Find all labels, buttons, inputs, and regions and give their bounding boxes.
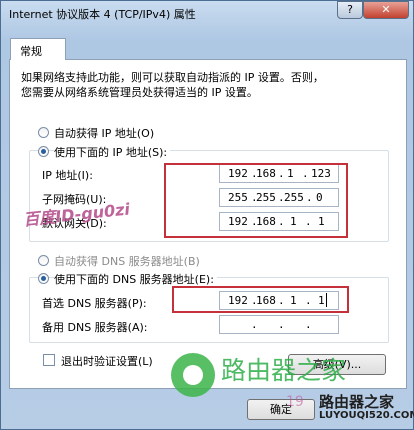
- close-button[interactable]: ✕: [363, 1, 409, 19]
- dns-highlight-box: [172, 286, 349, 313]
- manual-ip-radio[interactable]: [38, 146, 49, 157]
- window-title: Internet 协议版本 4 (TCP/IPv4) 属性: [9, 8, 196, 21]
- validate-on-exit-label: 退出时验证设置(L): [61, 355, 153, 368]
- router-home-logo-icon: [171, 353, 215, 397]
- auto-dns-label: 自动获得 DNS 服务器地址(B): [54, 255, 200, 268]
- site-brand-watermark: 路由器之家: [319, 393, 395, 411]
- partial-number-watermark: 19: [286, 394, 304, 410]
- manual-ip-label: 使用下面的 IP 地址(S):: [54, 144, 171, 160]
- tab-general[interactable]: 常规: [10, 38, 66, 60]
- manual-dns-radio[interactable]: [38, 273, 49, 284]
- auto-ip-radio[interactable]: [38, 127, 49, 138]
- tab-general-label: 常规: [20, 45, 42, 58]
- manual-dns-label: 使用下面的 DNS 服务器地址(E):: [54, 271, 217, 287]
- ip-highlight-box: [164, 163, 348, 238]
- description-line-2: 您需要从网络系统管理员处获得适当的 IP 设置。: [21, 86, 258, 99]
- site-url-watermark: LUYOUQI520.COM: [319, 410, 414, 421]
- tcpip-properties-dialog: Internet 协议版本 4 (TCP/IPv4) 属性 ? ✕ 常规 如果网…: [0, 0, 414, 430]
- ok-button[interactable]: 确定: [247, 399, 315, 420]
- router-home-logo-text: 路由器之家: [221, 356, 347, 385]
- close-icon: ✕: [381, 3, 391, 16]
- ip-address-label: IP 地址(I):: [42, 169, 93, 182]
- validate-on-exit-checkbox[interactable]: [43, 354, 55, 366]
- help-button[interactable]: ?: [337, 1, 363, 19]
- auto-dns-radio[interactable]: [38, 255, 49, 266]
- preferred-dns-label: 首选 DNS 服务器(P):: [42, 297, 147, 310]
- description-text: 如果网络支持此功能，则可以获取自动指派的 IP 设置。否则， 您需要从网络系统管…: [21, 70, 324, 100]
- help-icon: ?: [347, 3, 353, 16]
- title-bar: Internet 协议版本 4 (TCP/IPv4) 属性 ? ✕: [1, 1, 413, 25]
- auto-ip-label: 自动获得 IP 地址(O): [54, 127, 155, 140]
- alternate-dns-input[interactable]: . . .: [219, 315, 339, 334]
- description-line-1: 如果网络支持此功能，则可以获取自动指派的 IP 设置。否则，: [21, 71, 324, 84]
- alternate-dns-label: 备用 DNS 服务器(A):: [42, 321, 148, 334]
